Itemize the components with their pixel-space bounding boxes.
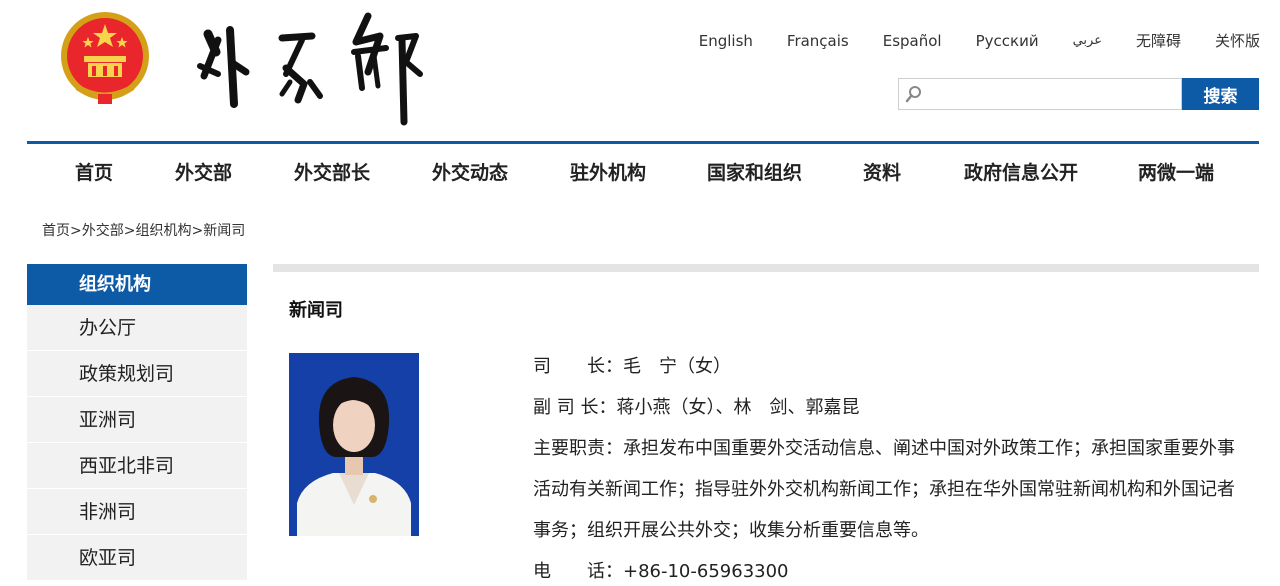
search-input[interactable]	[929, 81, 1177, 107]
director-label: 司 长：	[533, 356, 623, 377]
breadcrumb[interactable]: 首页>外交部>组织机构>新闻司	[42, 220, 245, 240]
duties-value: 承担发布中国重要外交活动信息、阐述中国对外政策工作；承担国家重要外事活动有关新闻…	[533, 438, 1235, 541]
sidebar-item-general-office[interactable]: 办公厅	[27, 305, 247, 351]
main-nav: 首页 外交部 外交部长 外交动态 驻外机构 国家和组织 资料 政府信息公开 两微…	[27, 144, 1259, 194]
accessibility-link[interactable]: 无障碍	[1136, 30, 1181, 51]
deputy-value: 蒋小燕（女）、林 剑、郭嘉昆	[616, 397, 860, 418]
director-value: 毛 宁（女）	[623, 356, 731, 377]
nav-item-ministry[interactable]: 外交部	[175, 158, 232, 185]
sidebar-title: 组织机构	[27, 264, 247, 305]
search-icon	[905, 86, 921, 103]
sidebar: 组织机构 办公厅 政策规划司 亚洲司 西亚北非司 非洲司 欧亚司	[27, 264, 247, 581]
duties-row: 主要职责：承担发布中国重要外交活动信息、阐述中国对外政策工作；承担国家重要外事活…	[533, 428, 1243, 551]
sidebar-item-asian-affairs[interactable]: 亚洲司	[27, 397, 247, 443]
lang-french-link[interactable]: Français	[787, 32, 849, 50]
phone-label: 电 话：	[533, 561, 623, 582]
lang-russian-link[interactable]: Русский	[976, 32, 1039, 50]
ministry-calligraphy-logo	[197, 12, 423, 126]
content-top-rule	[273, 264, 1259, 272]
director-portrait	[289, 353, 419, 536]
sidebar-item-west-asian-african[interactable]: 西亚北非司	[27, 443, 247, 489]
lang-spanish-link[interactable]: Español	[883, 32, 942, 50]
lang-arabic-link[interactable]: عربي	[1073, 33, 1102, 48]
nav-item-home[interactable]: 首页	[75, 158, 113, 185]
nav-item-gov-info[interactable]: 政府信息公开	[964, 158, 1078, 185]
page-title: 新闻司	[289, 300, 343, 321]
nav-item-missions[interactable]: 驻外机构	[570, 158, 646, 185]
nav-item-social[interactable]: 两微一端	[1138, 158, 1214, 185]
duties-label: 主要职责：	[533, 438, 623, 459]
search-button[interactable]: 搜索	[1182, 78, 1259, 110]
nav-item-countries[interactable]: 国家和组织	[707, 158, 802, 185]
director-row: 司 长：毛 宁（女）	[533, 346, 1243, 387]
deputy-label: 副 司 长：	[533, 397, 617, 418]
nav-item-diplomatic-news[interactable]: 外交动态	[432, 158, 508, 185]
nav-item-minister[interactable]: 外交部长	[294, 158, 370, 185]
language-bar: English Français Español Русский عربي 无障…	[665, 30, 1260, 51]
phone-value: +86-10-65963300	[623, 561, 789, 582]
nav-item-resources[interactable]: 资料	[863, 158, 901, 185]
sidebar-item-african-affairs[interactable]: 非洲司	[27, 489, 247, 535]
sidebar-item-eurasian-affairs[interactable]: 欧亚司	[27, 535, 247, 581]
department-info: 司 长：毛 宁（女） 副 司 长：蒋小燕（女）、林 剑、郭嘉昆 主要职责：承担发…	[533, 346, 1243, 586]
search-box	[898, 78, 1182, 110]
elderly-care-link[interactable]: 关怀版	[1215, 30, 1260, 51]
phone-row: 电 话：+86-10-65963300	[533, 551, 1243, 586]
national-emblem-logo	[61, 12, 149, 104]
lang-english-link[interactable]: English	[699, 32, 753, 50]
deputy-row: 副 司 长：蒋小燕（女）、林 剑、郭嘉昆	[533, 387, 1243, 428]
sidebar-item-policy-planning[interactable]: 政策规划司	[27, 351, 247, 397]
